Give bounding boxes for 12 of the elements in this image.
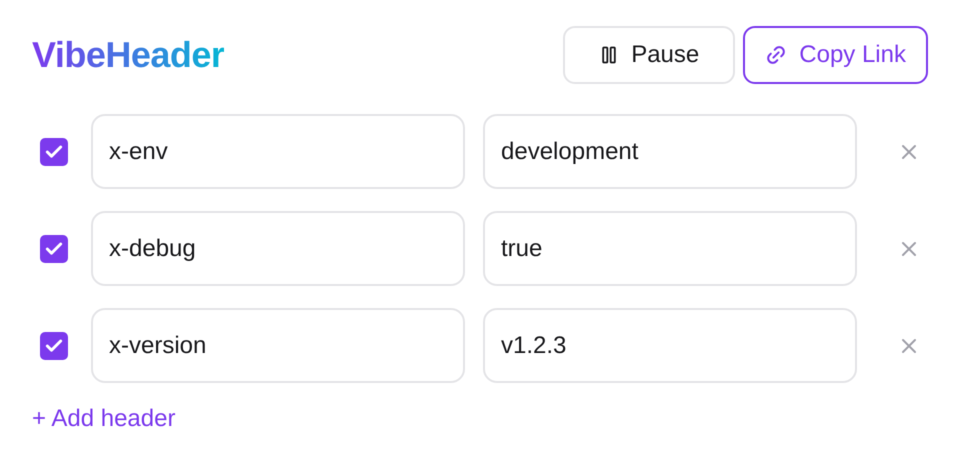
checkbox[interactable] [40,332,68,360]
input-field[interactable]: v1.2.3 [483,308,857,383]
add-header-link[interactable]: + Add header [32,405,176,433]
checkbox[interactable] [40,138,68,166]
pause-button[interactable]: Pause [563,26,736,84]
input-field[interactable]: x-debug [91,211,465,286]
input-field[interactable]: true [483,211,857,286]
copy-link-button[interactable]: Copy Link [743,26,928,84]
checkbox[interactable] [40,234,68,262]
input-field[interactable]: x-version [91,308,465,383]
input-field[interactable]: development [483,114,857,189]
input-field[interactable]: x-env [91,114,465,189]
